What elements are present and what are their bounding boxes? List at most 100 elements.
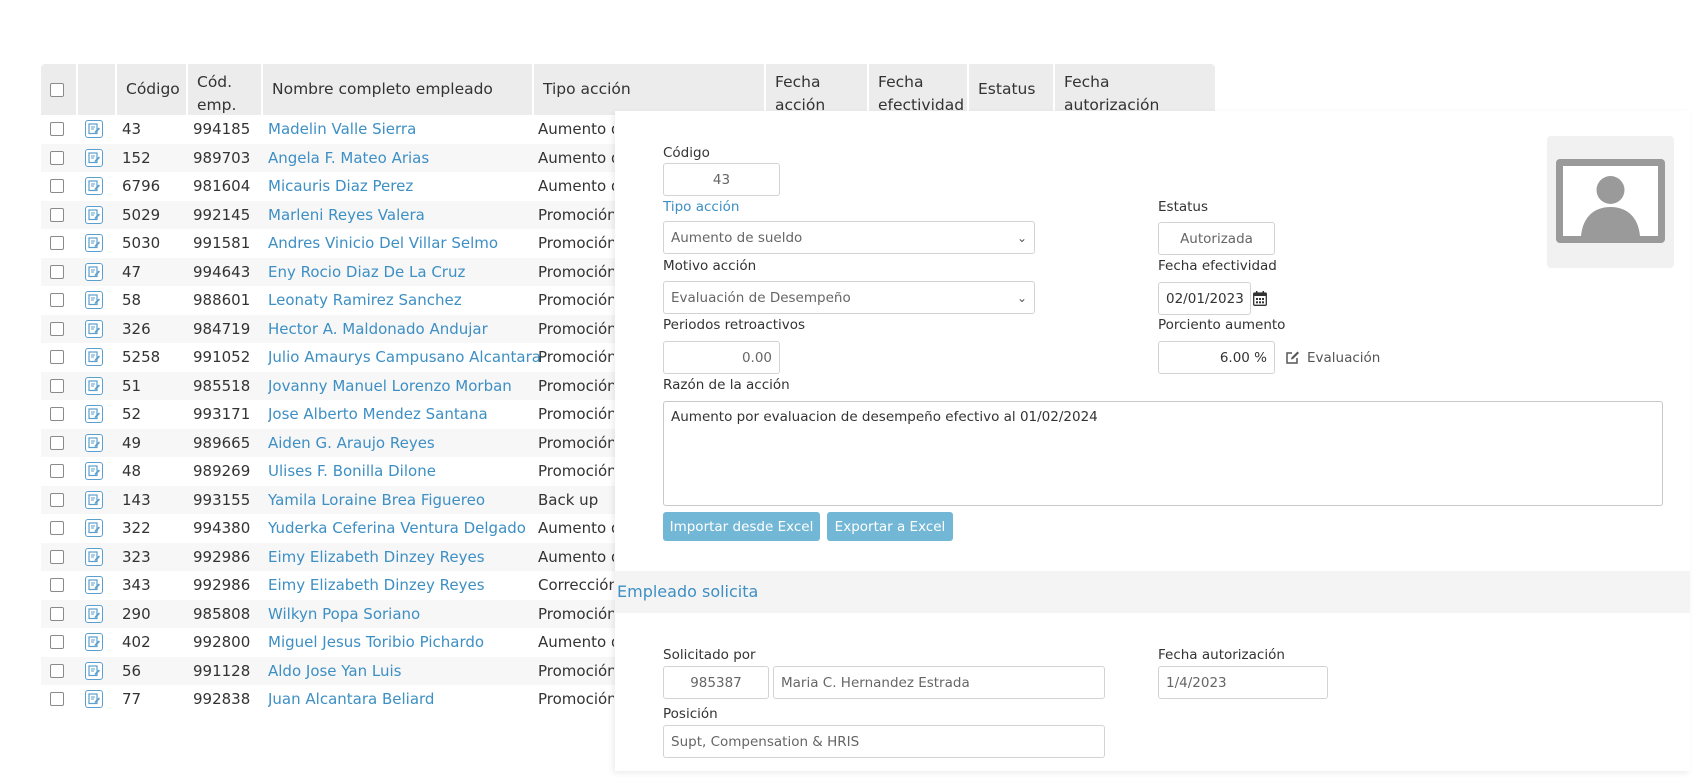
row-checkbox[interactable] — [50, 293, 64, 308]
motivo-accion-select[interactable]: Evaluación de Desempeño ⌄ — [663, 281, 1035, 314]
row-cod-emp: 985808 — [193, 604, 251, 623]
tipo-accion-select[interactable]: Aumento de sueldo ⌄ — [663, 221, 1035, 254]
header-cod-emp[interactable]: Cód. emp. — [188, 64, 258, 115]
header-fecha-autorizacion[interactable]: Fecha autorización — [1055, 64, 1175, 115]
edit-document-icon[interactable] — [85, 291, 103, 310]
row-checkbox[interactable] — [50, 606, 64, 621]
row-nombre-link[interactable]: Yamila Loraine Brea Figuereo — [268, 486, 485, 515]
row-nombre-link[interactable]: Eimy Elizabeth Dinzey Reyes — [268, 543, 485, 572]
header-codigo[interactable]: Código — [117, 64, 185, 115]
row-checkbox[interactable] — [50, 464, 64, 479]
row-checkbox[interactable] — [50, 350, 64, 365]
fecha-autorizacion-field[interactable]: 1/4/2023 — [1158, 666, 1328, 699]
edit-document-icon[interactable] — [85, 148, 103, 167]
row-checkbox[interactable] — [50, 663, 64, 678]
edit-document-icon[interactable] — [85, 177, 103, 196]
row-tipo-accion: Aumento d — [538, 177, 614, 196]
edit-document-icon[interactable] — [85, 547, 103, 566]
edit-document-icon[interactable] — [85, 319, 103, 338]
header-estatus[interactable]: Estatus — [969, 64, 1051, 115]
row-nombre-link[interactable]: Wilkyn Popa Soriano — [268, 600, 420, 629]
edit-document-icon[interactable] — [85, 633, 103, 652]
edit-document-icon[interactable] — [85, 262, 103, 281]
evaluacion-link[interactable]: Evaluación — [1285, 350, 1380, 366]
header-tipo-accion[interactable]: Tipo acción — [534, 64, 764, 115]
row-checkbox[interactable] — [50, 407, 64, 422]
solicitado-por-code-field[interactable]: 985387 — [663, 666, 769, 699]
edit-document-icon[interactable] — [85, 490, 103, 509]
solicitado-por-name-field[interactable]: Maria C. Hernandez Estrada — [773, 666, 1105, 699]
row-nombre-link[interactable]: Eny Rocio Diaz De La Cruz — [268, 258, 465, 287]
periodos-retroactivos-field[interactable]: 0.00 — [663, 341, 780, 374]
porciento-aumento-label: Porciento aumento — [1158, 317, 1286, 333]
edit-document-icon[interactable] — [85, 376, 103, 395]
row-nombre-link[interactable]: Micauris Diaz Perez — [268, 172, 413, 201]
fecha-efectividad-field[interactable]: 02/01/2023 — [1158, 282, 1251, 315]
row-nombre-link[interactable]: Leonaty Ramirez Sanchez — [268, 286, 462, 315]
row-cod-emp: 989665 — [193, 433, 251, 452]
row-checkbox[interactable] — [50, 435, 64, 450]
header-nombre[interactable]: Nombre completo empleado — [263, 64, 513, 115]
row-nombre-link[interactable]: Eimy Elizabeth Dinzey Reyes — [268, 571, 485, 600]
estatus-field[interactable]: Autorizada — [1158, 222, 1275, 255]
row-nombre-link[interactable]: Ulises F. Bonilla Dilone — [268, 457, 436, 486]
edit-document-icon[interactable] — [85, 348, 103, 367]
row-nombre-link[interactable]: Miguel Jesus Toribio Pichardo — [268, 628, 484, 657]
row-checkbox[interactable] — [50, 378, 64, 393]
row-checkbox[interactable] — [50, 492, 64, 507]
export-excel-button[interactable]: Exportar a Excel — [827, 512, 953, 541]
row-checkbox[interactable] — [50, 236, 64, 251]
row-nombre-link[interactable]: Jose Alberto Mendez Santana — [268, 400, 488, 429]
calendar-icon[interactable] — [1253, 291, 1267, 306]
row-nombre-link[interactable]: Julio Amaurys Campusano Alcantara — [268, 343, 541, 372]
edit-document-icon[interactable] — [85, 519, 103, 538]
import-excel-button[interactable]: Importar desde Excel — [663, 512, 820, 541]
row-cod-emp: 992145 — [193, 205, 251, 224]
razon-accion-textarea[interactable]: Aumento por evaluacion de desempeño efec… — [663, 401, 1663, 506]
row-nombre-link[interactable]: Hector A. Maldonado Andujar — [268, 315, 488, 344]
edit-document-icon[interactable] — [85, 690, 103, 709]
posicion-field[interactable]: Supt, Compensation & HRIS — [663, 725, 1105, 758]
row-tipo-accion: Corrección — [538, 576, 614, 595]
codigo-field[interactable]: 43 — [663, 163, 780, 196]
row-checkbox[interactable] — [50, 264, 64, 279]
row-nombre-link[interactable]: Yuderka Ceferina Ventura Delgado — [268, 514, 526, 543]
row-checkbox[interactable] — [50, 150, 64, 165]
row-nombre-link[interactable]: Andres Vinicio Del Villar Selmo — [268, 229, 498, 258]
row-codigo: 58 — [122, 291, 142, 310]
porciento-aumento-field[interactable]: 6.00 % — [1158, 341, 1275, 374]
row-checkbox[interactable] — [50, 521, 64, 536]
row-tipo-accion: Promoción — [538, 604, 614, 623]
edit-document-icon[interactable] — [85, 120, 103, 139]
header-fecha-accion[interactable]: Fecha acción — [766, 64, 861, 115]
row-nombre-link[interactable]: Madelin Valle Sierra — [268, 115, 416, 144]
edit-document-icon[interactable] — [85, 405, 103, 424]
edit-document-icon[interactable] — [85, 576, 103, 595]
tipo-accion-label: Tipo acción — [663, 199, 740, 215]
row-nombre-link[interactable]: Aldo Jose Yan Luis — [268, 657, 401, 686]
row-checkbox[interactable] — [50, 207, 64, 222]
edit-document-icon[interactable] — [85, 462, 103, 481]
row-checkbox[interactable] — [50, 692, 64, 707]
row-nombre-link[interactable]: Marleni Reyes Valera — [268, 201, 425, 230]
edit-document-icon[interactable] — [85, 234, 103, 253]
row-cod-emp: 991581 — [193, 234, 251, 253]
row-nombre-link[interactable]: Angela F. Mateo Arias — [268, 144, 429, 173]
row-checkbox[interactable] — [50, 549, 64, 564]
edit-document-icon[interactable] — [85, 661, 103, 680]
row-nombre-link[interactable]: Juan Alcantara Beliard — [268, 685, 434, 714]
edit-document-icon[interactable] — [85, 205, 103, 224]
row-checkbox[interactable] — [50, 578, 64, 593]
row-codigo: 343 — [122, 576, 151, 595]
row-checkbox[interactable] — [50, 179, 64, 194]
row-nombre-link[interactable]: Aiden G. Araujo Reyes — [268, 429, 435, 458]
chevron-down-icon: ⌄ — [1016, 230, 1027, 245]
row-checkbox[interactable] — [50, 122, 64, 137]
header-fecha-efectividad[interactable]: Fecha efectividad — [869, 64, 969, 115]
row-checkbox[interactable] — [50, 321, 64, 336]
edit-document-icon[interactable] — [85, 604, 103, 623]
edit-document-icon[interactable] — [85, 433, 103, 452]
row-checkbox[interactable] — [50, 635, 64, 650]
row-nombre-link[interactable]: Jovanny Manuel Lorenzo Morban — [268, 372, 512, 401]
select-all-checkbox[interactable] — [50, 82, 64, 97]
